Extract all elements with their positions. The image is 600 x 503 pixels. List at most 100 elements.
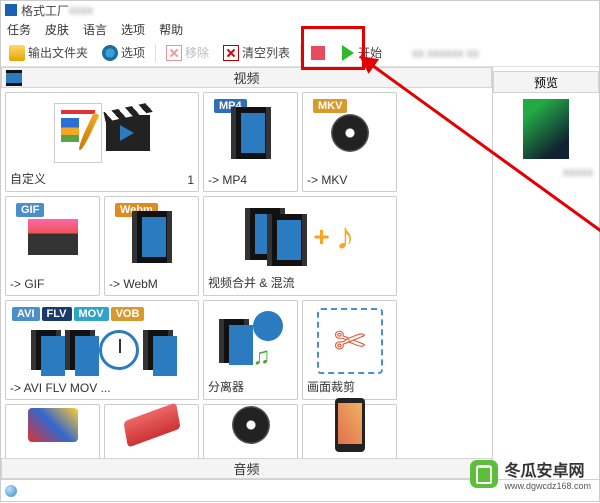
cell-partial-1[interactable]: [5, 404, 100, 457]
left-pane: 视频 自定义 1 MP4 -> MP4 MKV -> MKV: [1, 67, 493, 479]
cell-mp4-label: -> MP4: [208, 173, 247, 187]
remove-icon: [166, 45, 182, 61]
separator: [300, 44, 301, 62]
remove-label: 移除: [185, 44, 209, 61]
film-icon: [65, 330, 95, 370]
folder-icon: [9, 45, 25, 61]
film-icon: [6, 70, 22, 86]
menu-help[interactable]: 帮助: [159, 21, 183, 38]
stop-icon: [311, 46, 325, 60]
video-grid: 自定义 1 MP4 -> MP4 MKV -> MKV GIF -> GIF W…: [1, 88, 492, 457]
separator: [155, 44, 156, 62]
preview-body: xxxxx: [493, 93, 599, 185]
cell-webm[interactable]: Webm -> WebM: [104, 196, 199, 296]
plus-icon: +: [313, 221, 329, 253]
cell-custom-count: 1: [187, 173, 194, 187]
cell-crop-label: 画面裁剪: [307, 378, 355, 395]
output-folder-label: 输出文件夹: [28, 44, 88, 61]
cell-partial-2[interactable]: [104, 404, 199, 457]
watermark-icon: [470, 460, 498, 488]
options-button[interactable]: 选项: [98, 42, 149, 63]
crop-frame-icon: ✄: [317, 308, 383, 374]
window-title: 格式工厂: [21, 2, 69, 19]
category-audio-label: 音频: [233, 459, 259, 478]
clear-icon: [223, 45, 239, 61]
gear-big-icon: [253, 311, 283, 341]
film-icon: [132, 211, 172, 263]
film-icon: [219, 319, 249, 363]
clear-list-label: 清空列表: [242, 44, 290, 61]
cell-mp4[interactable]: MP4 -> MP4: [203, 92, 298, 192]
cell-gif[interactable]: GIF -> GIF: [5, 196, 100, 296]
swirl-icon: [28, 408, 78, 442]
pencil-icon: [77, 113, 99, 152]
clear-list-button[interactable]: 清空列表: [219, 42, 294, 63]
disc-icon: [232, 406, 270, 444]
cell-splitter[interactable]: ♫ 分离器: [203, 300, 298, 400]
preview-header: 预览: [493, 71, 599, 93]
gear-icon: [102, 45, 118, 61]
film-icon: [143, 330, 173, 370]
output-folder-button[interactable]: 输出文件夹: [5, 42, 92, 63]
preview-thumbnail[interactable]: [523, 99, 569, 159]
cell-multi-format[interactable]: AVI FLV MOV VOB -> AVI FLV MOV ...: [5, 300, 199, 400]
disc-icon: [331, 114, 369, 152]
start-button[interactable]: 开始: [338, 42, 386, 63]
toolbar: 输出文件夹 选项 移除 清空列表 开始 xx xxxxxx xx: [1, 39, 599, 67]
watermark-text: 冬瓜安卓网: [504, 457, 591, 481]
badge-mov: MOV: [74, 307, 109, 321]
category-header-audio[interactable]: 音频: [1, 458, 492, 479]
note-icon: [54, 103, 102, 163]
cell-merge[interactable]: + ♪ 视频合并 & 混流: [203, 196, 397, 296]
cell-partial-4[interactable]: [302, 404, 397, 457]
watermark: 冬瓜安卓网 www.dgwcdz168.com: [470, 457, 591, 491]
play-icon: [342, 45, 354, 61]
music-note-icon: ♫: [253, 343, 283, 371]
badge-flv: FLV: [42, 307, 72, 321]
double-film-icon: [245, 208, 307, 266]
menu-bar: 任务 皮肤 语言 选项 帮助: [1, 19, 599, 39]
cell-split-label: 分离器: [208, 378, 244, 395]
remove-button[interactable]: 移除: [162, 42, 213, 63]
right-pane: 预览 xxxxx: [493, 67, 599, 479]
photo-icon: [28, 219, 78, 255]
cell-custom-label: 自定义: [10, 170, 46, 187]
preview-label: 预览: [534, 74, 558, 91]
cell-merge-label: 视频合并 & 混流: [208, 274, 295, 291]
clapper-icon: [106, 115, 150, 151]
cell-gif-label: -> GIF: [10, 277, 44, 291]
cell-custom[interactable]: 自定义 1: [5, 92, 199, 192]
app-icon: [5, 4, 17, 16]
badge-vob: VOB: [111, 307, 145, 321]
cell-multi-label: -> AVI FLV MOV ...: [10, 381, 111, 395]
music-note-icon: ♪: [336, 216, 355, 259]
scissors-icon: ✄: [334, 319, 366, 364]
eraser-icon: [123, 403, 180, 448]
badge-avi: AVI: [12, 307, 40, 321]
preview-caption-blur: xxxxx: [499, 165, 593, 179]
menu-skin[interactable]: 皮肤: [45, 21, 69, 38]
menu-language[interactable]: 语言: [83, 21, 107, 38]
menu-options[interactable]: 选项: [121, 21, 145, 38]
cell-mkv-label: -> MKV: [307, 173, 347, 187]
film-icon: [31, 330, 61, 370]
toolbar-extra-blur: xx xxxxxx xx: [412, 46, 479, 60]
category-header-video[interactable]: 视频: [1, 67, 492, 88]
start-label: 开始: [358, 44, 382, 61]
watermark-url: www.dgwcdz168.com: [504, 481, 591, 491]
main-area: 视频 自定义 1 MP4 -> MP4 MKV -> MKV: [1, 67, 599, 479]
cell-webm-label: -> WebM: [109, 277, 158, 291]
cell-mkv[interactable]: MKV -> MKV: [302, 92, 397, 192]
title-bar: 格式工厂 xxxx: [1, 1, 599, 19]
film-icon: [231, 107, 271, 159]
menu-tasks[interactable]: 任务: [7, 21, 31, 38]
status-dot-icon: [5, 485, 17, 497]
cell-crop[interactable]: ✄ 画面裁剪: [302, 300, 397, 400]
options-label: 选项: [121, 44, 145, 61]
clock-icon: [99, 330, 139, 370]
phone-icon: [335, 398, 365, 452]
stop-button[interactable]: [307, 44, 332, 62]
category-video-label: 视频: [233, 68, 259, 87]
cell-partial-3[interactable]: [203, 404, 298, 457]
window-title-extra: xxxx: [69, 3, 93, 17]
